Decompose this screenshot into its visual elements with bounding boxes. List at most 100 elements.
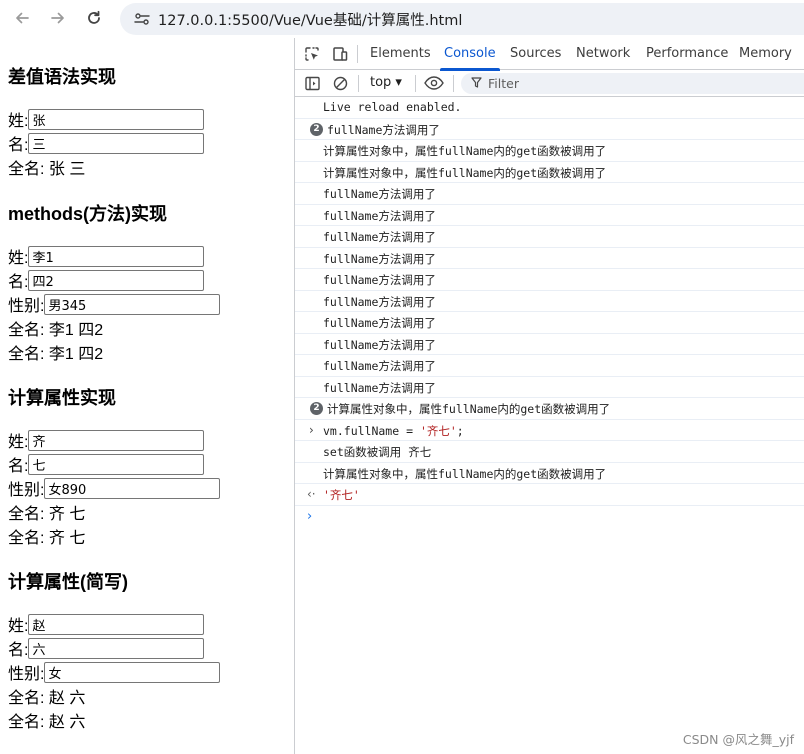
console-filter-input[interactable]: Filter (461, 73, 804, 94)
text-field[interactable] (44, 477, 221, 499)
text-field[interactable] (28, 132, 205, 154)
console-message: fullName方法调用了 (295, 269, 804, 291)
toolbar-divider (415, 75, 416, 92)
message-text: 计算属性对象中，属性fullName内的get函数被调用了 (323, 144, 607, 158)
console-result-line: ‹· '齐七' (295, 484, 804, 506)
message-text: Live reload enabled. (323, 100, 462, 114)
field-label: 性别: (8, 666, 45, 683)
text-field[interactable] (44, 661, 221, 683)
text-field[interactable] (44, 293, 221, 315)
message-text: fullName方法调用了 (323, 208, 436, 223)
reload-icon[interactable] (82, 6, 106, 30)
text-field[interactable] (28, 453, 205, 475)
message-text: fullName方法调用了 (323, 359, 436, 373)
page-content: 差值语法实现姓: 名: 全名: 张 三 methods(方法)实现姓: 名: 性别: 全名:… (0, 38, 294, 754)
command-text: vm.fullName = '齐七'; (323, 423, 464, 439)
field-label: 名: (8, 642, 29, 659)
arrow-left-icon[interactable] (10, 6, 34, 30)
watermark: CSDN @风之舞_yjf (682, 732, 794, 747)
console-message: 计算属性对象中，属性fullName内的get函数被调用了 (295, 140, 804, 162)
message-text: 计算属性对象中，属性fullName内的get函数被调用了 (323, 165, 607, 180)
filter-placeholder: Filter (488, 76, 519, 91)
message-text: fullName方法调用了 (323, 294, 436, 309)
inspect-element-icon[interactable] (304, 46, 320, 62)
console-message: fullName方法调用了 (295, 183, 804, 205)
message-text: fullName方法调用了 (323, 316, 436, 330)
console-message: 2 计算属性对象中，属性fullName内的get函数被调用了 (295, 398, 804, 420)
field-label: 姓: (8, 113, 29, 130)
live-expression-icon[interactable] (423, 75, 445, 91)
arrow-right-icon[interactable] (46, 6, 70, 30)
message-text: 计算属性对象中，属性fullName内的get函数被调用了 (323, 466, 607, 481)
toolbar-divider (358, 75, 359, 92)
form-row: 姓: (8, 612, 220, 636)
command-prefix: vm.fullName = (323, 423, 420, 438)
full-name-output: 全名: 赵 六 (8, 690, 86, 707)
form-row: 姓: (8, 107, 205, 131)
full-name-output: 全名: 齐 七 (8, 506, 86, 523)
tab-elements[interactable]: Elements (370, 38, 431, 70)
form-row: 性别: (8, 660, 221, 684)
full-name-output: 全名: 李1 四2 (8, 346, 104, 363)
console-message: fullName方法调用了 (295, 355, 804, 377)
console-message: fullName方法调用了 (295, 312, 804, 334)
tab-sources[interactable]: Sources (510, 38, 561, 70)
repeat-count-badge: 2 (310, 402, 323, 415)
console-prompt[interactable]: › (295, 506, 804, 528)
text-field[interactable] (28, 108, 205, 130)
console-message: fullName方法调用了 (295, 291, 804, 312)
result-value: '齐七' (323, 488, 360, 502)
message-text: fullName方法调用了 (323, 230, 436, 244)
text-field[interactable] (28, 429, 205, 451)
console-message: Live reload enabled. (295, 97, 804, 119)
console-message: 2 fullName方法调用了 (295, 119, 804, 140)
console-toolbar: top ▾ Filter (295, 70, 804, 97)
command-string: '齐七' (419, 423, 457, 438)
field-label: 名: (8, 458, 29, 475)
chevron-right-icon: › (309, 422, 314, 437)
tab-performance[interactable]: Performance (646, 38, 728, 70)
full-name-output: 全名: 张 三 (8, 161, 86, 178)
console-message: fullName方法调用了 (295, 205, 804, 226)
section: 计算属性(简写) 姓: 名: 性别: 全名: 赵 六全名: 赵 六 (8, 570, 221, 732)
tab-memory[interactable]: Memory (739, 38, 792, 70)
tab-console[interactable]: Console (440, 38, 500, 71)
console-message: fullName方法调用了 (295, 226, 804, 248)
message-text: fullName方法调用了 (327, 122, 440, 137)
section: 计算属性实现姓: 名: 性别: 全名: 齐 七全名: 齐 七 (8, 386, 221, 548)
form-row: 性别: (8, 292, 221, 316)
full-name-output: 全名: 齐 七 (8, 530, 86, 547)
console-message: set函数被调用 齐七 (295, 441, 804, 463)
section-title: 计算属性实现 (8, 388, 116, 408)
section: 差值语法实现姓: 名: 全名: 张 三 (8, 65, 205, 179)
device-toolbar-icon[interactable] (332, 46, 348, 62)
field-label: 名: (8, 274, 29, 291)
field-label: 名: (8, 137, 29, 154)
message-text: fullName方法调用了 (323, 380, 436, 395)
console-input-line: › vm.fullName = '齐七'; (295, 420, 804, 441)
form-row: 姓: (8, 244, 220, 268)
text-field[interactable] (28, 637, 205, 659)
field-label: 姓: (8, 434, 29, 451)
field-label: 姓: (8, 250, 29, 267)
text-field[interactable] (28, 269, 205, 291)
clear-console-icon[interactable] (332, 75, 348, 91)
tab-network[interactable]: Network (576, 38, 630, 70)
context-selector[interactable]: top ▾ (370, 75, 402, 90)
section-title: 差值语法实现 (8, 67, 116, 87)
browser-toolbar: 127.0.0.1:5500/Vue/Vue基础/计算属性.html (0, 0, 804, 38)
console-output: Live reload enabled. 2 fullName方法调用了 计算属性对象… (295, 97, 804, 527)
filter-icon (471, 76, 482, 91)
site-info-icon[interactable] (134, 11, 150, 27)
devtools-panel: Elements Console Sources Network Perform… (294, 38, 804, 754)
prompt-caret-icon: › (307, 508, 313, 524)
message-text: fullName方法调用了 (323, 251, 436, 266)
sidebar-toggle-icon[interactable] (304, 75, 320, 91)
toolbar-divider (453, 75, 454, 92)
address-bar[interactable]: 127.0.0.1:5500/Vue/Vue基础/计算属性.html (120, 3, 804, 35)
form-row: 名: (8, 268, 220, 292)
text-field[interactable] (28, 613, 205, 635)
console-message: fullName方法调用了 (295, 334, 804, 355)
text-field[interactable] (28, 245, 205, 267)
form-row: 名: (8, 636, 220, 660)
